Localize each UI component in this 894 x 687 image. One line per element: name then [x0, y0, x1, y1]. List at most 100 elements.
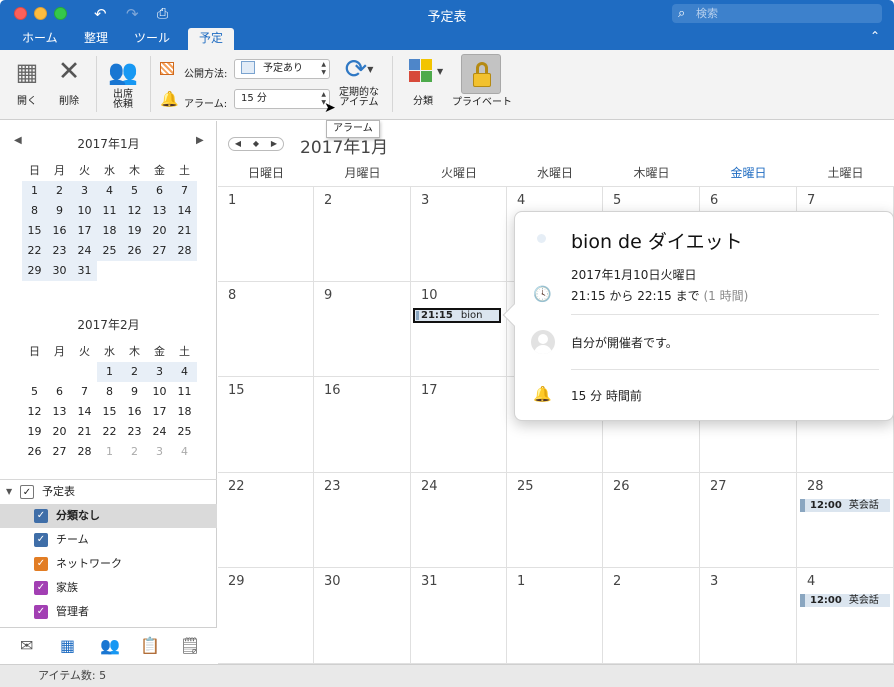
mini-day[interactable]: 20: [147, 221, 172, 241]
mini-day[interactable]: 13: [147, 201, 172, 221]
day-cell[interactable]: 3: [411, 186, 507, 282]
mini-day[interactable]: 10: [72, 201, 97, 221]
recurring-button[interactable]: ⟳▼ 定期的な アイテム: [336, 54, 382, 108]
mini-day[interactable]: 27: [47, 442, 72, 462]
mini-day[interactable]: 5: [22, 382, 47, 402]
day-cell[interactable]: 3: [700, 568, 797, 664]
mini-day[interactable]: 14: [72, 402, 97, 422]
day-cell[interactable]: 24: [411, 473, 507, 568]
mini-day[interactable]: 6: [47, 382, 72, 402]
day-cell[interactable]: 26: [603, 473, 700, 568]
event[interactable]: 12:00 英会話: [800, 499, 890, 512]
mail-icon[interactable]: ✉: [20, 636, 33, 655]
notes-icon[interactable]: 🗒: [180, 636, 200, 655]
mini-day[interactable]: 1: [97, 442, 122, 462]
mini-day[interactable]: 23: [47, 241, 72, 261]
mini-day[interactable]: 11: [97, 201, 122, 221]
checkbox-icon[interactable]: ✓: [20, 485, 34, 499]
calendar-group-root[interactable]: ▼ ✓ 予定表: [0, 480, 217, 504]
mini-day[interactable]: 13: [47, 402, 72, 422]
checkbox-icon[interactable]: ✓: [34, 581, 48, 595]
mini-day[interactable]: 12: [22, 402, 47, 422]
alarm-select[interactable]: 15 分 ▲ ▼: [234, 89, 330, 109]
people-icon[interactable]: 👥: [100, 636, 120, 655]
mini-day[interactable]: 15: [97, 402, 122, 422]
next-month-icon[interactable]: ▶: [196, 135, 204, 146]
mini-day[interactable]: 9: [122, 382, 147, 402]
mini-day[interactable]: 17: [72, 221, 97, 241]
show-as-select[interactable]: 予定あり ▲ ▼: [234, 59, 330, 79]
day-cell[interactable]: 1: [218, 186, 314, 282]
prev-month-icon[interactable]: ◀: [235, 138, 241, 150]
calendar-item[interactable]: ✓ 管理者: [0, 600, 217, 624]
mini-day[interactable]: 18: [172, 402, 197, 422]
mini-day[interactable]: 28: [72, 442, 97, 462]
checkbox-icon[interactable]: ✓: [34, 533, 48, 547]
mini-day[interactable]: 27: [147, 241, 172, 261]
mini-day[interactable]: 25: [97, 241, 122, 261]
mini-day[interactable]: 2: [122, 442, 147, 462]
event[interactable]: 12:00 英会話: [800, 594, 890, 607]
delete-button[interactable]: ✕ 削除: [52, 56, 86, 107]
categorize-button[interactable]: ▼ 分類: [402, 56, 444, 107]
collapse-ribbon-icon[interactable]: ⌃: [870, 29, 880, 43]
day-cell[interactable]: 25: [507, 473, 603, 568]
private-button[interactable]: [461, 54, 501, 94]
calendar-item[interactable]: ✓ 分類なし: [0, 504, 217, 528]
mini-day[interactable]: 21: [172, 221, 197, 241]
mini-day[interactable]: 16: [122, 402, 147, 422]
mini-day[interactable]: 4: [97, 181, 122, 201]
mini-day[interactable]: 1: [22, 181, 47, 201]
mini-day[interactable]: 3: [147, 362, 172, 382]
mini-day[interactable]: 24: [72, 241, 97, 261]
day-cell[interactable]: 2: [603, 568, 700, 664]
mini-day[interactable]: 18: [97, 221, 122, 241]
day-cell[interactable]: 23: [314, 473, 411, 568]
mini-day[interactable]: 12: [122, 201, 147, 221]
checkbox-icon[interactable]: ✓: [34, 605, 48, 619]
tasks-icon[interactable]: 📋: [140, 636, 160, 655]
day-cell[interactable]: 17: [411, 377, 507, 473]
calendar-item[interactable]: ✓ 家族: [0, 576, 217, 600]
mini-day[interactable]: 3: [147, 442, 172, 462]
day-cell[interactable]: 8: [218, 282, 314, 377]
mini-day[interactable]: 17: [147, 402, 172, 422]
day-cell[interactable]: 15: [218, 377, 314, 473]
day-cell[interactable]: 28 12:00 英会話: [797, 473, 894, 568]
search-input[interactable]: ⌕ 検索: [672, 4, 882, 23]
day-cell[interactable]: 16: [314, 377, 411, 473]
tab-organize[interactable]: 整理: [74, 28, 118, 50]
day-cell[interactable]: 22: [218, 473, 314, 568]
day-cell[interactable]: 29: [218, 568, 314, 664]
mini-day[interactable]: 2: [122, 362, 147, 382]
tab-appointment[interactable]: 予定: [188, 28, 234, 50]
mini-day[interactable]: 30: [47, 261, 72, 281]
invite-attendees-button[interactable]: 👥 出席 依頼: [106, 56, 140, 110]
disclosure-triangle-icon[interactable]: ▼: [6, 480, 12, 504]
calendar-item[interactable]: ✓ チーム: [0, 528, 217, 552]
day-cell[interactable]: 2: [314, 186, 411, 282]
day-cell[interactable]: 4 12:00 英会話: [797, 568, 894, 664]
checkbox-icon[interactable]: ✓: [34, 557, 48, 571]
day-cell[interactable]: 27: [700, 473, 797, 568]
next-month-icon[interactable]: ▶: [271, 138, 277, 150]
calendar-icon[interactable]: ▦: [60, 636, 75, 655]
mini-day[interactable]: 10: [147, 382, 172, 402]
day-cell[interactable]: 9: [314, 282, 411, 377]
today-diamond-icon[interactable]: ◆: [253, 138, 259, 150]
mini-day[interactable]: 4: [172, 362, 197, 382]
mini-day[interactable]: 26: [22, 442, 47, 462]
mini-day[interactable]: 21: [72, 422, 97, 442]
day-cell[interactable]: 31: [411, 568, 507, 664]
day-cell[interactable]: 10 21:15 bion: [411, 282, 507, 377]
mini-day[interactable]: 19: [122, 221, 147, 241]
mini-day[interactable]: 7: [172, 181, 197, 201]
mini-day[interactable]: 25: [172, 422, 197, 442]
mini-day[interactable]: 20: [47, 422, 72, 442]
mini-day[interactable]: 15: [22, 221, 47, 241]
selected-event[interactable]: 21:15 bion: [413, 308, 501, 323]
month-navigation[interactable]: ◀ ◆ ▶: [228, 137, 284, 151]
open-button[interactable]: ▦ 開く: [10, 56, 44, 107]
mini-day[interactable]: 7: [72, 382, 97, 402]
mini-day[interactable]: 11: [172, 382, 197, 402]
